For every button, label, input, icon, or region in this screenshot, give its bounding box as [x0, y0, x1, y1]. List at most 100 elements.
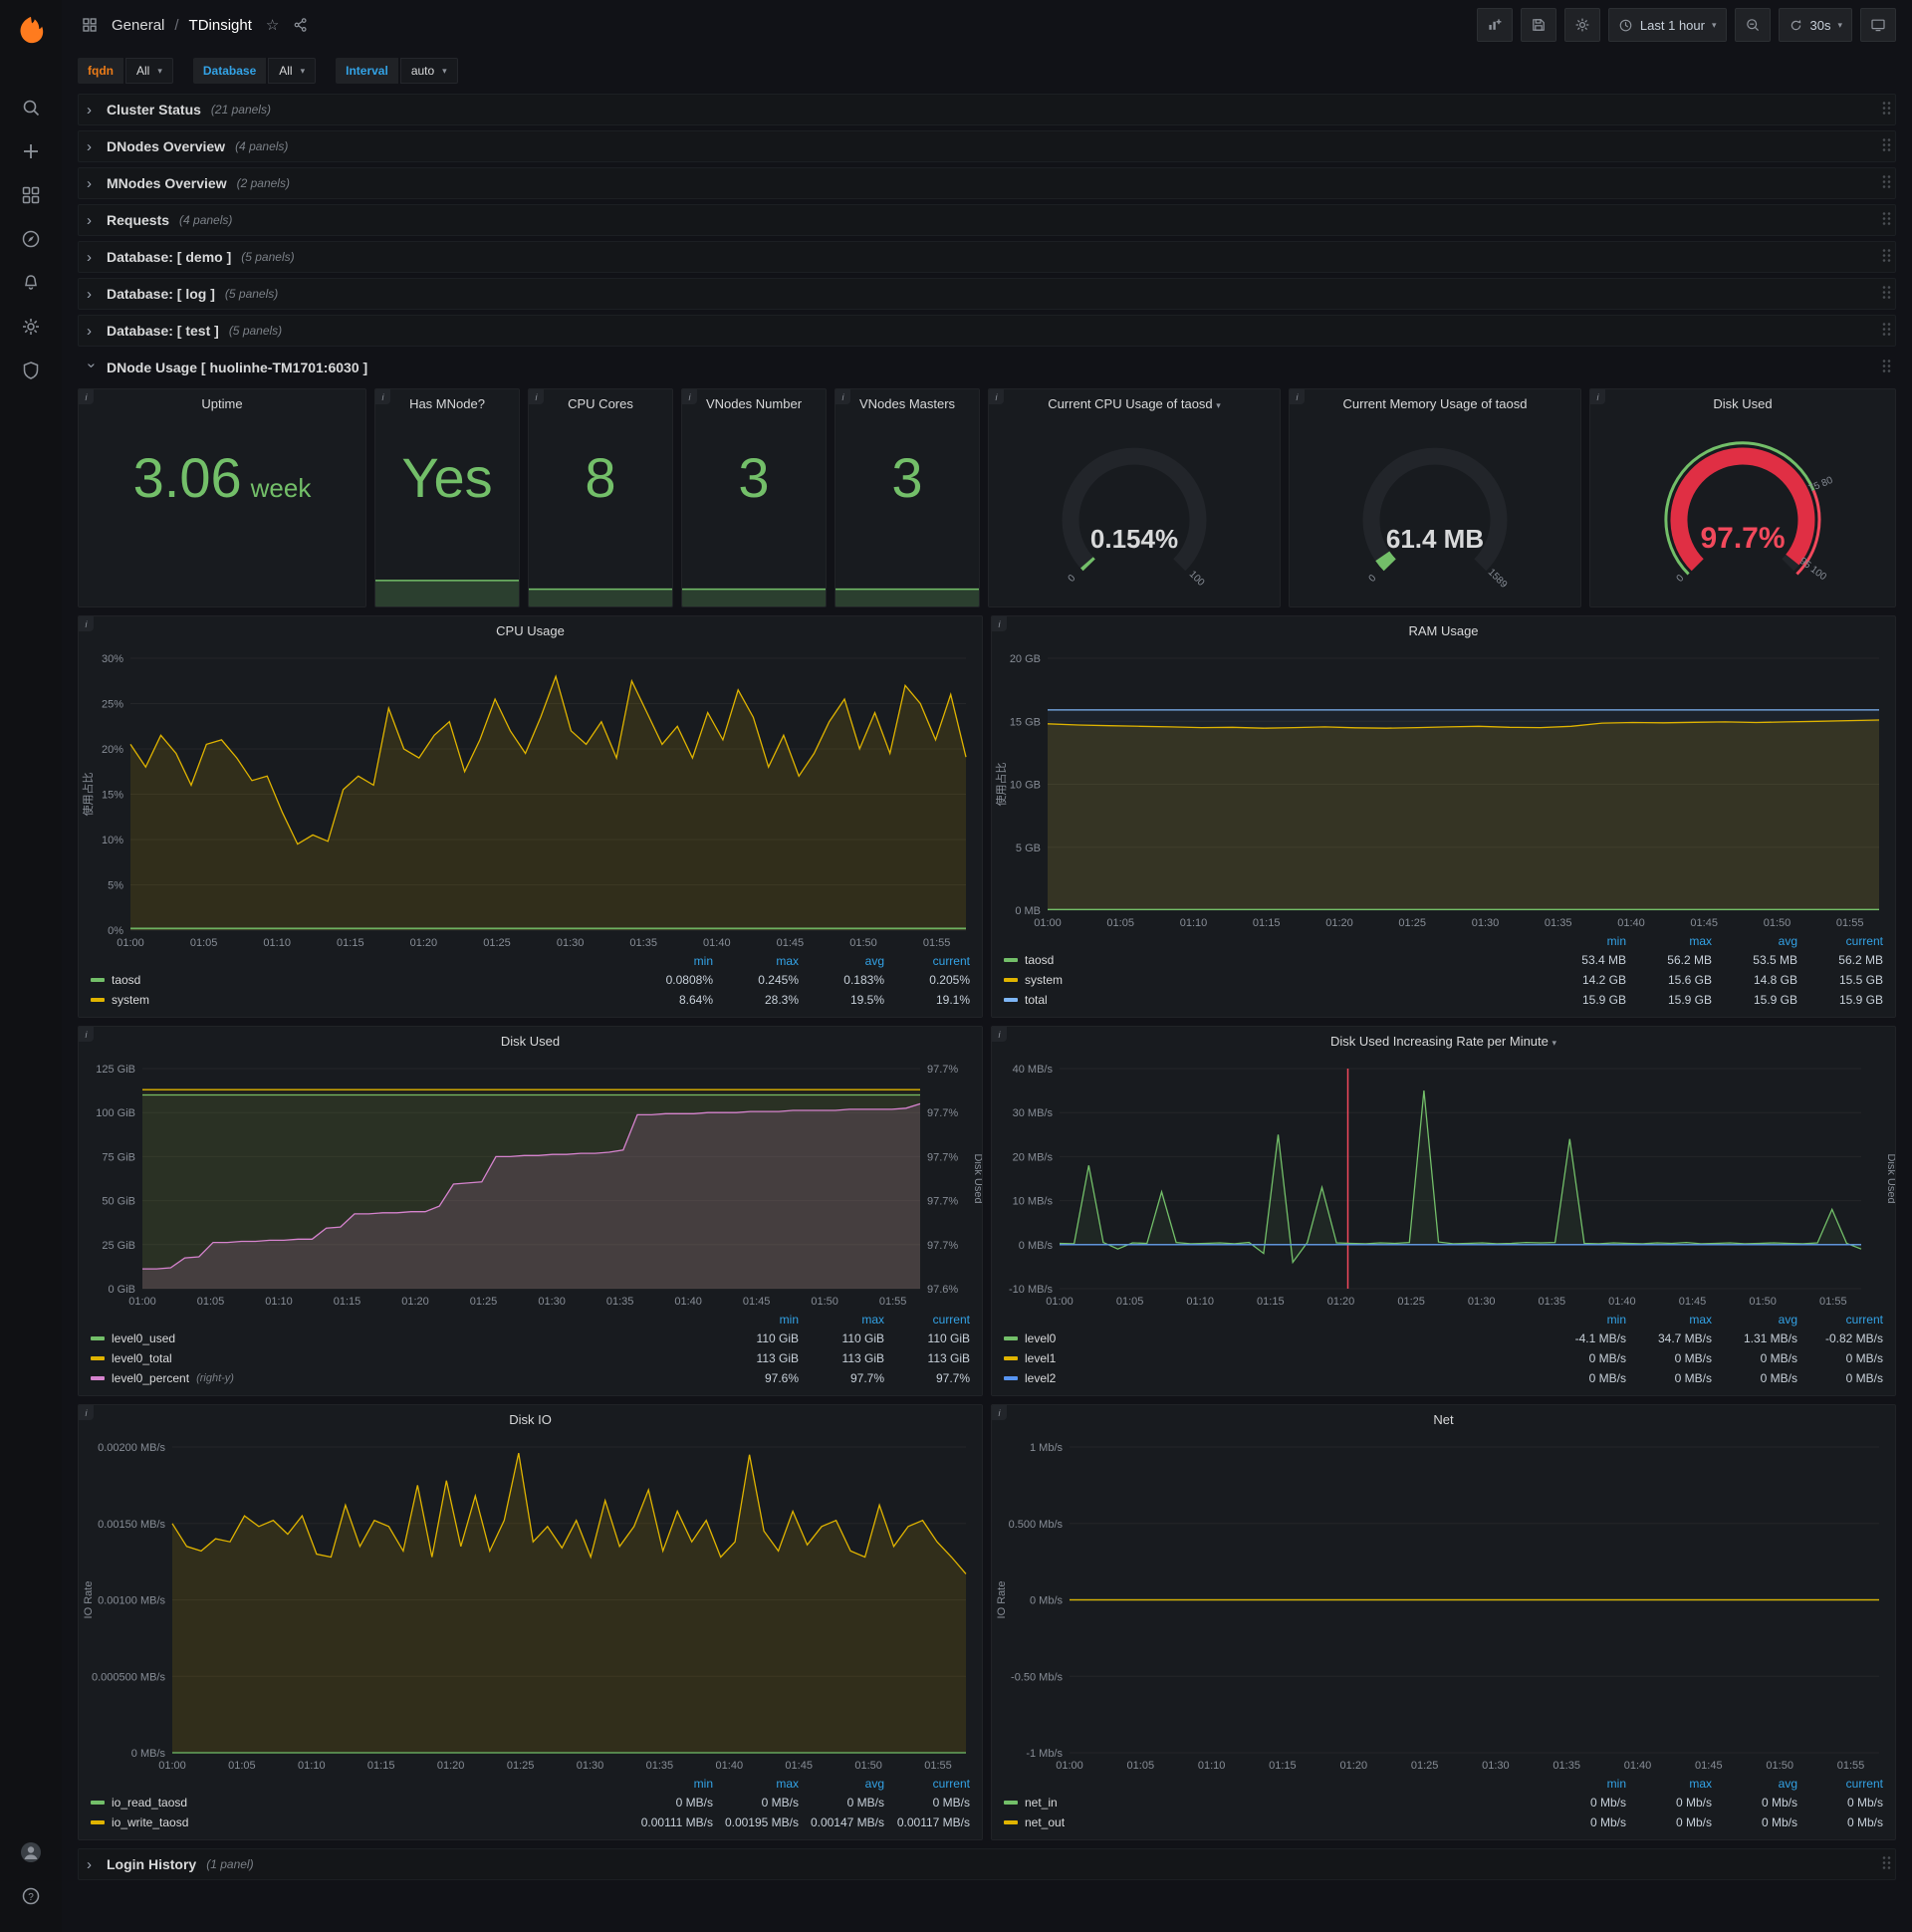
panel-title[interactable]: Current CPU Usage of taosd ▾ [989, 389, 1280, 416]
explore-compass-icon[interactable] [8, 217, 54, 261]
legend-series-name[interactable]: total [1004, 993, 1541, 1007]
dashboard-grid-icon[interactable] [78, 13, 102, 37]
dashboard-row-collapsed[interactable]: › Database: [ demo ] (5 panels) [78, 241, 1896, 273]
help-icon[interactable]: ? [8, 1874, 54, 1918]
save-dashboard-button[interactable] [1520, 8, 1556, 42]
zoom-out-button[interactable] [1734, 8, 1771, 42]
legend-series-name[interactable]: level0_used [91, 1331, 713, 1345]
legend-column-header[interactable]: current [1797, 1777, 1883, 1791]
legend-column-header[interactable]: max [799, 1313, 884, 1327]
tv-mode-button[interactable] [1860, 8, 1896, 42]
dashboard-settings-button[interactable] [1563, 8, 1600, 42]
row-drag-handle[interactable] [1881, 322, 1891, 341]
legend-series-name[interactable]: system [91, 993, 627, 1007]
legend-series-name[interactable]: level2 [1004, 1371, 1541, 1385]
legend-column-header[interactable]: max [713, 1777, 799, 1791]
row-drag-handle[interactable] [1881, 1855, 1891, 1874]
row-drag-handle[interactable] [1881, 101, 1891, 120]
panel-title[interactable]: CPU Usage [79, 616, 982, 646]
add-panel-button[interactable] [1476, 8, 1513, 42]
legend-series-name[interactable]: level0_total [91, 1351, 713, 1365]
legend-column-header[interactable]: max [713, 954, 799, 968]
legend-column-header[interactable]: max [1626, 1313, 1712, 1327]
row-drag-handle[interactable] [1881, 174, 1891, 193]
row-drag-handle[interactable] [1881, 248, 1891, 267]
panel-title[interactable]: Net [992, 1405, 1895, 1435]
legend-series-name[interactable]: io_write_taosd [91, 1815, 627, 1829]
panel-title[interactable]: VNodes Number [682, 389, 826, 419]
grafana-logo[interactable] [8, 8, 54, 52]
panel-title[interactable]: Disk Used [1590, 389, 1895, 416]
panel-title[interactable]: RAM Usage [992, 616, 1895, 646]
panel-info-icon[interactable]: i [79, 616, 94, 631]
dashboard-row-collapsed[interactable]: › Requests (4 panels) [78, 204, 1896, 236]
dashboards-icon[interactable] [8, 173, 54, 217]
panel-info-icon[interactable]: i [992, 1027, 1007, 1042]
legend-column-header[interactable]: min [1541, 1777, 1626, 1791]
user-avatar[interactable] [8, 1830, 54, 1874]
legend-series-name[interactable]: level1 [1004, 1351, 1541, 1365]
panel-info-icon[interactable]: i [836, 389, 850, 404]
legend-series-name[interactable]: net_out [1004, 1815, 1541, 1829]
legend-series-name[interactable]: taosd [1004, 953, 1541, 967]
dashboard-row-collapsed[interactable]: › Cluster Status (21 panels) [78, 94, 1896, 125]
legend-column-header[interactable]: avg [1712, 1777, 1797, 1791]
legend-series-name[interactable]: system [1004, 973, 1541, 987]
panel-title[interactable]: Disk Used [79, 1027, 982, 1057]
row-drag-handle[interactable] [1881, 211, 1891, 230]
panel-info-icon[interactable]: i [989, 389, 1004, 404]
ram-usage-chart[interactable]: 0 MB 5 GB 10 GB 15 GB 20 GB 01:00 01:05 01:10 01… [992, 646, 1895, 932]
disk-io-chart[interactable]: 0 MB/s 0.000500 MB/s 0.00100 MB/s 0.00150 M… [79, 1435, 982, 1775]
panel-info-icon[interactable]: i [682, 389, 697, 404]
legend-column-header[interactable]: min [627, 954, 713, 968]
dashboard-row-collapsed[interactable]: › Database: [ log ] (5 panels) [78, 278, 1896, 310]
panel-info-icon[interactable]: i [1290, 389, 1305, 404]
legend-column-header[interactable]: avg [1712, 1313, 1797, 1327]
variable-value-dropdown[interactable]: All ▾ [268, 58, 317, 84]
dashboard-row-collapsed[interactable]: › MNodes Overview (2 panels) [78, 167, 1896, 199]
panel-title[interactable]: Uptime [79, 389, 365, 419]
legend-series-name[interactable]: io_read_taosd [91, 1796, 627, 1810]
row-dnode-usage[interactable]: › DNode Usage [ huolinhe-TM1701:6030 ] [78, 352, 1896, 383]
panel-info-icon[interactable]: i [79, 389, 94, 404]
share-icon[interactable] [289, 13, 313, 37]
legend-series-name[interactable]: level0 [1004, 1331, 1541, 1345]
legend-column-header[interactable]: min [627, 1777, 713, 1791]
breadcrumb-page-title[interactable]: TDinsight [189, 17, 252, 34]
breadcrumb-section[interactable]: General [112, 17, 164, 34]
legend-column-header[interactable]: max [1626, 1777, 1712, 1791]
legend-series-name[interactable]: taosd [91, 973, 627, 987]
legend-column-header[interactable]: min [713, 1313, 799, 1327]
legend-column-header[interactable]: current [884, 954, 970, 968]
search-icon[interactable] [8, 86, 54, 129]
dashboard-row-collapsed[interactable]: › DNodes Overview (4 panels) [78, 130, 1896, 162]
variable-value-dropdown[interactable]: auto ▾ [399, 58, 458, 84]
disk-rate-chart[interactable]: -10 MB/s 0 MB/s 10 MB/s 20 MB/s 30 MB/s 40 MB… [992, 1057, 1895, 1311]
panel-title[interactable]: VNodes Masters [836, 389, 979, 419]
variable-value-dropdown[interactable]: All ▾ [125, 58, 173, 84]
panel-info-icon[interactable]: i [79, 1405, 94, 1420]
panel-title[interactable]: Disk Used Increasing Rate per Minute ▾ [992, 1027, 1895, 1057]
panel-title[interactable]: Current Memory Usage of taosd [1290, 389, 1580, 416]
time-range-picker[interactable]: Last 1 hour ▾ [1607, 8, 1727, 42]
net-chart[interactable]: -1 Mb/s -0.50 Mb/s 0 Mb/s 0.500 Mb/s 1 Mb/s 0… [992, 1435, 1895, 1775]
row-drag-handle[interactable] [1881, 359, 1891, 377]
panel-title[interactable]: Has MNode? [375, 389, 519, 419]
panel-title[interactable]: Disk IO [79, 1405, 982, 1435]
legend-column-header[interactable]: current [884, 1313, 970, 1327]
panel-info-icon[interactable]: i [992, 1405, 1007, 1420]
cpu-usage-chart[interactable]: 0% 5% 10% 15% 20% 25% 30% 01:00 01:05 01:10 01:15 0… [79, 646, 982, 952]
legend-column-header[interactable]: current [884, 1777, 970, 1791]
star-icon[interactable]: ☆ [266, 16, 279, 34]
legend-series-name[interactable]: level0_percent (right-y) [91, 1371, 713, 1385]
panel-info-icon[interactable]: i [79, 1027, 94, 1042]
panel-info-icon[interactable]: i [1590, 389, 1605, 404]
admin-shield-icon[interactable] [8, 349, 54, 392]
panel-info-icon[interactable]: i [529, 389, 544, 404]
disk-used-chart[interactable]: 0 GiB 25 GiB 50 GiB 75 GiB 100 GiB 125 GiB 97.… [79, 1057, 982, 1311]
legend-column-header[interactable]: current [1797, 1313, 1883, 1327]
dashboard-row-collapsed[interactable]: › Database: [ test ] (5 panels) [78, 315, 1896, 347]
panel-title[interactable]: CPU Cores [529, 389, 672, 419]
panel-info-icon[interactable]: i [375, 389, 390, 404]
legend-column-header[interactable]: avg [1712, 934, 1797, 948]
